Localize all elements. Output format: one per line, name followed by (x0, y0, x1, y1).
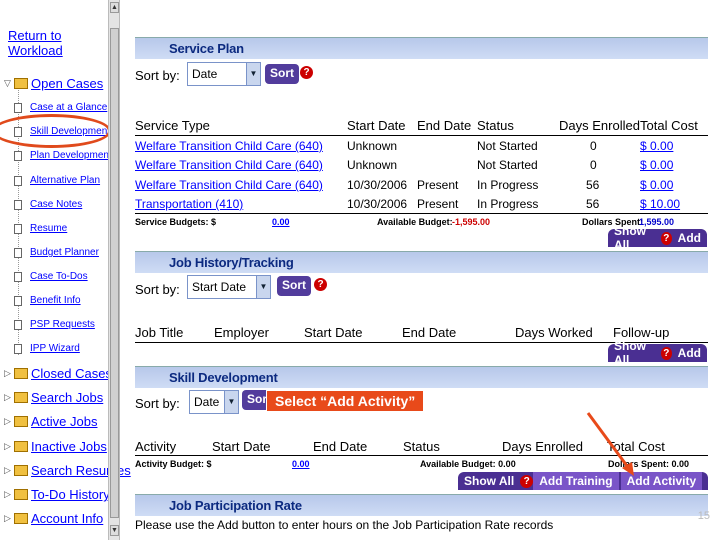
callout-arrow-icon (586, 412, 634, 476)
page-number: 15 (697, 510, 710, 522)
